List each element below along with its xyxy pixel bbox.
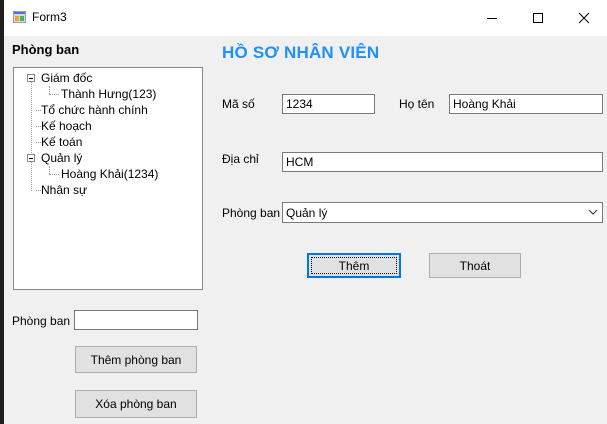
- exit-button[interactable]: Thoát: [429, 253, 521, 278]
- tree-child-line: [49, 86, 50, 94]
- collapse-icon[interactable]: [27, 154, 35, 162]
- window-title: Form3: [32, 10, 67, 24]
- form3-window: Form3 Phòng ban Giám đốc Thành Hưng(123)…: [4, 0, 607, 424]
- tree-node-quan-ly[interactable]: Quản lý: [41, 151, 82, 165]
- tree-connector: [49, 174, 59, 175]
- full-name-field[interactable]: Hoàng Khải: [449, 94, 603, 114]
- tree-root-line: [31, 78, 32, 191]
- app-icon: [13, 11, 26, 23]
- title-bar[interactable]: Form3: [4, 0, 607, 36]
- department-tree[interactable]: Giám đốc Thành Hưng(123) Tổ chức hành ch…: [13, 67, 203, 290]
- tree-node-to-chuc-hanh-chinh[interactable]: Tổ chức hành chính: [41, 103, 148, 117]
- maximize-icon: [533, 13, 543, 23]
- tree-connector: [49, 94, 59, 95]
- tree-node-thanh-hung[interactable]: Thành Hưng(123): [61, 87, 156, 101]
- department-select[interactable]: Quản lý: [282, 202, 603, 223]
- full-name-label: Họ tên: [399, 97, 435, 111]
- tree-node-ke-toan[interactable]: Kế toán: [41, 135, 82, 149]
- tree-node-giam-doc[interactable]: Giám đốc: [41, 71, 92, 85]
- address-field[interactable]: HCM: [282, 152, 603, 172]
- tree-child-line: [49, 166, 50, 174]
- tree-node-hoang-khai[interactable]: Hoàng Khải(1234): [61, 167, 158, 181]
- address-label: Địa chỉ: [222, 152, 259, 166]
- chevron-down-icon: [588, 209, 598, 215]
- employee-id-field[interactable]: 1234: [282, 94, 375, 114]
- employee-department-label: Phòng ban: [222, 206, 281, 220]
- page-title: HỒ SƠ NHÂN VIÊN: [222, 43, 380, 62]
- add-department-button[interactable]: Thêm phòng ban: [75, 346, 197, 373]
- add-employee-button[interactable]: Thêm: [307, 253, 401, 278]
- employee-id-label: Mã số: [222, 97, 255, 111]
- tree-node-nhan-su[interactable]: Nhân sự: [41, 183, 87, 197]
- department-input[interactable]: [74, 310, 198, 330]
- tree-node-ke-hoach[interactable]: Kế hoạch: [41, 119, 92, 133]
- close-button[interactable]: [561, 0, 607, 36]
- delete-department-button[interactable]: Xóa phòng ban: [75, 390, 197, 418]
- minimize-button[interactable]: [469, 0, 515, 36]
- minimize-icon: [487, 18, 497, 19]
- maximize-button[interactable]: [515, 0, 561, 36]
- department-select-value: Quản lý: [286, 206, 328, 220]
- collapse-icon[interactable]: [27, 74, 35, 82]
- close-icon: [578, 12, 590, 24]
- department-label: Phòng ban: [12, 314, 71, 328]
- department-section-title: Phòng ban: [12, 42, 80, 57]
